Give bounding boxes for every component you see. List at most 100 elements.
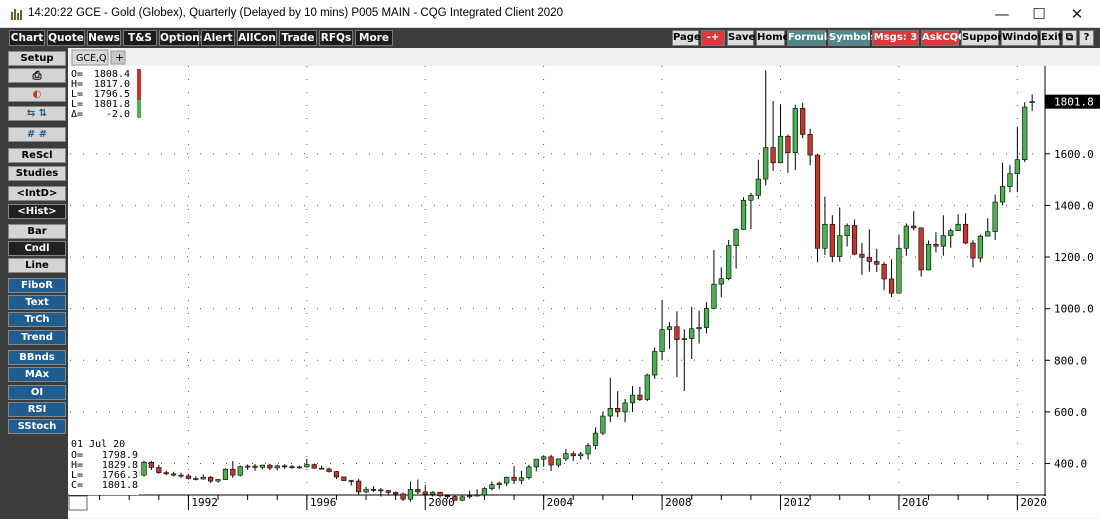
sidebar-rescl-button[interactable]: ReScl [8, 148, 66, 163]
candle-body [792, 108, 798, 154]
x-tick-label: 2000 [428, 496, 455, 509]
toolbar-exit-button[interactable]: Exit [1040, 30, 1063, 46]
candle-body [363, 489, 369, 493]
chart-area[interactable]: GCE,Q +1600.0 1400.0 1200.0 1000.0 800.0 600.0… [68, 48, 1100, 519]
corner-box[interactable] [68, 495, 88, 511]
menu-trade-button[interactable]: Trade [279, 30, 317, 46]
candle-body [193, 478, 199, 480]
candle-body [171, 473, 177, 476]
candle-body [200, 476, 206, 480]
sidebar-trch-button[interactable]: TrCh [8, 312, 66, 327]
sidebar-text-button[interactable]: Text [8, 295, 66, 310]
toolbar-page-button[interactable]: Page [672, 30, 701, 46]
sidebar-setup-button[interactable]: Setup [8, 51, 66, 66]
toolbar-item-button[interactable]: ⧉ [1062, 30, 1077, 46]
candle-body [622, 402, 628, 413]
candle-body [341, 476, 347, 481]
ohlc-top-key: Δ= [71, 109, 83, 120]
candle-body [689, 328, 695, 339]
sidebar-arrows-button[interactable]: ⇆ ⇅ [8, 106, 66, 121]
sidebar-fibor-button[interactable]: FiboR [8, 278, 66, 293]
candle [222, 468, 229, 481]
menu-bar: Chart Quote News T&S Options Alert AllCon Trade… [0, 28, 1100, 48]
sidebar-bar-button[interactable]: Bar [8, 224, 66, 239]
menu-options-button[interactable]: Options [159, 30, 206, 46]
grid-icon: # # [26, 129, 48, 140]
candle-body [459, 496, 465, 501]
candle-body [607, 407, 613, 417]
cqg-app-icon [11, 9, 22, 20]
close-button[interactable]: ✕ [1057, 0, 1097, 28]
toolbar-support-button[interactable]: Support [961, 30, 1007, 46]
candle-body [1022, 106, 1028, 161]
toolbar-save-button[interactable]: Save [727, 30, 755, 46]
candle-body [763, 147, 769, 180]
ohlc-top-candle-mini [137, 69, 141, 100]
candle-body [319, 467, 325, 470]
sidebar-grid-button[interactable]: # # [8, 127, 66, 142]
candle [644, 373, 650, 402]
candle-body [718, 278, 724, 285]
sidebar-studies-button[interactable]: Studies [8, 166, 66, 181]
x-tick-label: 2020 [1020, 496, 1047, 509]
maximize-button[interactable]: ☐ [1019, 0, 1059, 28]
sidebar-sstoch-button[interactable]: SStoch [8, 419, 66, 434]
menu-allcon-button[interactable]: AllCon [237, 30, 277, 46]
sidebar-trend-button[interactable]: Trend [8, 330, 66, 345]
toolbar-item-button[interactable]: -+ [701, 30, 725, 46]
sidebar-cndl-button[interactable]: Cndl [8, 241, 66, 256]
candle-body [555, 458, 562, 466]
minimize-button[interactable]: — [982, 0, 1022, 28]
toolbar-item-button[interactable]: ? [1079, 30, 1094, 46]
x-tick-label: 1996 [310, 496, 337, 509]
candle-body [866, 256, 872, 262]
ohlc-bottom-key: C= [71, 480, 83, 491]
candle-body [282, 465, 288, 468]
toolbar-formula-button[interactable]: Formula [787, 30, 834, 46]
candle-body [393, 492, 399, 495]
candle-body [304, 464, 310, 468]
sidebar-intd-button[interactable]: <IntD> [8, 186, 66, 201]
menu-alert-button[interactable]: Alert [201, 30, 235, 46]
candle [814, 153, 821, 263]
sidebar-printer-button[interactable]: ⎙ [8, 68, 66, 83]
candle-body [703, 308, 710, 328]
sidebar-bbnds-button[interactable]: BBnds [8, 350, 66, 365]
candle-body [215, 479, 221, 482]
x-tick-label: 2012 [784, 496, 811, 509]
candle-body [378, 489, 384, 492]
menu-t-s-button[interactable]: T&S [123, 30, 157, 46]
candle-body [578, 453, 584, 457]
menu-rfqs-button[interactable]: RFQs [319, 30, 353, 46]
candle-body [178, 474, 184, 477]
sidebar-max-button[interactable]: MAx [8, 367, 66, 382]
candle-body [940, 235, 946, 247]
candle-body [141, 461, 147, 476]
sidebar-oi-button[interactable]: OI [8, 385, 66, 400]
menu-news-button[interactable]: News [87, 30, 121, 46]
toolbar-window-button[interactable]: Window [1001, 30, 1047, 46]
candle-body [259, 464, 266, 468]
toolbar-symbols-button[interactable]: Symbols [828, 30, 877, 46]
menu-chart-button[interactable]: Chart [9, 30, 45, 46]
y-tick-label: 600.0 [1054, 406, 1087, 419]
candle-body [652, 351, 658, 376]
candle-body [570, 453, 576, 457]
candle-body [511, 476, 517, 481]
candle-body [163, 472, 169, 475]
menu-quote-button[interactable]: Quote [47, 30, 85, 46]
sidebar-color-button[interactable]: ◐ [8, 87, 66, 102]
candle-body [829, 223, 835, 257]
candle-body [400, 493, 406, 500]
candle-body [814, 154, 821, 249]
menu-more-button[interactable]: More [355, 30, 393, 46]
toolbar-msgs-3-button[interactable]: Msgs: 3 [872, 30, 919, 46]
candle-body [844, 225, 850, 236]
toolbar-home-button[interactable]: Home [756, 30, 789, 46]
sidebar-line-button[interactable]: Line [8, 258, 66, 273]
candle-body [267, 464, 273, 469]
candle-body [333, 471, 340, 478]
sidebar-rsi-button[interactable]: RSI [8, 402, 66, 417]
sidebar-hist-button[interactable]: <Hist> [8, 204, 66, 219]
toolbar-askcqg-button[interactable]: AskCQG [921, 30, 966, 46]
